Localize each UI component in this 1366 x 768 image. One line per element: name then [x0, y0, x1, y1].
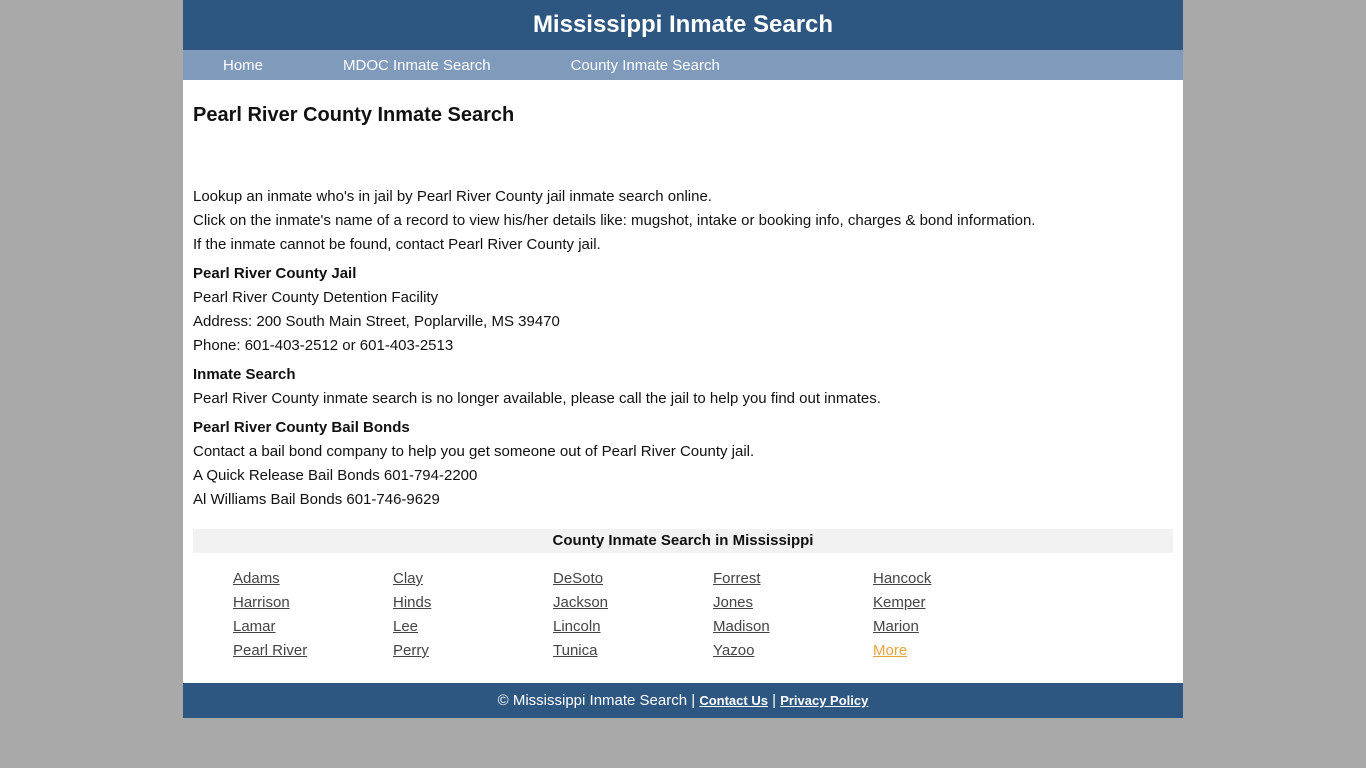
nav-home[interactable]: Home [223, 57, 263, 74]
intro-line: Lookup an inmate who's in jail by Pearl … [193, 188, 712, 205]
county-link[interactable]: Perry [393, 639, 553, 663]
county-link[interactable]: Hancock [873, 567, 1033, 591]
county-link[interactable]: Jackson [553, 591, 713, 615]
bail-text: Contact a bail bond company to help you … [193, 443, 755, 460]
county-link[interactable]: Yazoo [713, 639, 873, 663]
jail-name: Pearl River County Detention Facility [193, 289, 439, 306]
privacy-policy-link[interactable]: Privacy Policy [780, 693, 868, 708]
county-link[interactable]: Clay [393, 567, 553, 591]
site-header: Mississippi Inmate Search [183, 0, 1183, 50]
page-container: Mississippi Inmate Search Home MDOC Inma… [183, 0, 1183, 718]
county-link[interactable]: Adams [233, 567, 393, 591]
county-link[interactable]: Lamar [233, 615, 393, 639]
county-link[interactable]: Kemper [873, 591, 1033, 615]
county-links-grid: Adams Clay DeSoto Forrest Hancock Harris… [193, 553, 1173, 683]
inmate-search-title: Inmate Search [193, 366, 296, 383]
nav-bar: Home MDOC Inmate Search County Inmate Se… [183, 50, 1183, 80]
intro-line: Click on the inmate's name of a record t… [193, 212, 1036, 229]
county-link[interactable]: Jones [713, 591, 873, 615]
site-title: Mississippi Inmate Search [532, 11, 834, 38]
county-link[interactable]: Marion [873, 615, 1033, 639]
county-link[interactable]: DeSoto [553, 567, 713, 591]
site-footer: © Mississippi Inmate Search | Contact Us… [183, 683, 1183, 718]
bail-company: A Quick Release Bail Bonds 601-794-2200 [193, 467, 478, 484]
nav-mdoc-inmate-search[interactable]: MDOC Inmate Search [343, 57, 491, 74]
jail-phone: Phone: 601-403-2512 or 601-403-2513 [193, 337, 454, 354]
intro: Lookup an inmate who's in jail by Pearl … [193, 185, 1173, 257]
counties-heading: County Inmate Search in Mississippi [193, 529, 1173, 553]
county-link[interactable]: Forrest [713, 567, 873, 591]
bail-title: Pearl River County Bail Bonds [193, 419, 410, 436]
footer-separator: | [772, 692, 777, 709]
more-counties-link[interactable]: More [873, 639, 1033, 663]
nav-county-inmate-search[interactable]: County Inmate Search [571, 57, 720, 74]
county-link[interactable]: Madison [713, 615, 873, 639]
jail-address: Address: 200 South Main Street, Poplarvi… [193, 313, 560, 330]
bail-company: Al Williams Bail Bonds 601-746-9629 [193, 491, 440, 508]
intro-line: If the inmate cannot be found, contact P… [193, 236, 601, 253]
page-title: Pearl River County Inmate Search [193, 104, 515, 126]
county-link[interactable]: Hinds [393, 591, 553, 615]
inmate-search-text: Pearl River County inmate search is no l… [193, 390, 881, 407]
jail-title: Pearl River County Jail [193, 265, 357, 282]
contact-us-link[interactable]: Contact Us [699, 693, 768, 708]
county-link[interactable]: Tunica [553, 639, 713, 663]
county-link[interactable]: Harrison [233, 591, 393, 615]
county-link[interactable]: Lee [393, 615, 553, 639]
county-link[interactable]: Lincoln [553, 615, 713, 639]
copyright: © Mississippi Inmate Search | [497, 692, 696, 709]
main-content: Pearl River County Inmate Search Lookup … [183, 80, 1183, 683]
county-link[interactable]: Pearl River [233, 639, 393, 663]
